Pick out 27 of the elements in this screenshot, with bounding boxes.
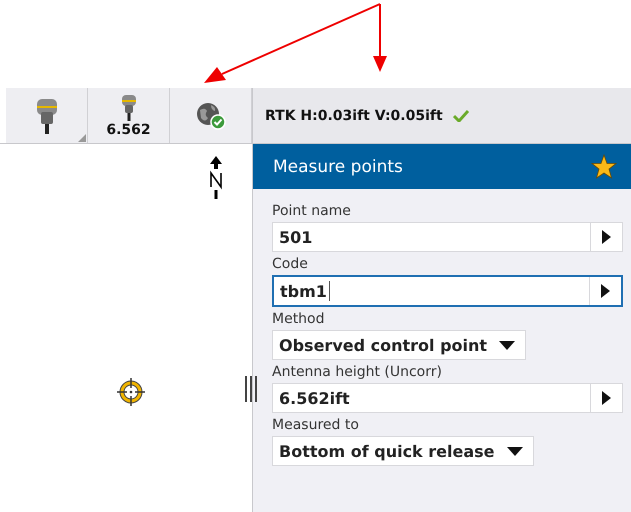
toolbar-button[interactable]: [6, 88, 88, 143]
play-arrow-icon: [602, 391, 611, 405]
input-field[interactable]: 501: [272, 222, 623, 252]
play-arrow-icon: [602, 230, 611, 244]
field-label: Antenna height (Uncorr): [272, 364, 443, 380]
dropdown[interactable]: Bottom of quick release: [272, 436, 534, 466]
dropdown[interactable]: Observed control point: [272, 330, 526, 360]
input-field[interactable]: 6.562ift: [272, 383, 623, 413]
dropdown-caret-icon: [499, 340, 516, 350]
toolbar-button[interactable]: 6.562: [88, 88, 170, 143]
star-icon[interactable]: [591, 154, 617, 179]
field-label: Code: [272, 256, 309, 272]
rtk-precision-text: RTK H:0.03ift V:0.05ift: [265, 108, 443, 124]
gps-receiver-icon: [34, 96, 58, 134]
panel-title: Measure points: [273, 156, 403, 176]
field-label: Method: [272, 311, 326, 327]
play-arrow-icon: [601, 284, 610, 298]
north-arrow-icon: [208, 156, 224, 200]
field-label: Measured to: [272, 417, 360, 433]
toolbar-button[interactable]: [170, 88, 252, 143]
dropdown-caret-icon: [506, 446, 523, 456]
globe-check-icon: [194, 100, 226, 130]
resize-handle-icon[interactable]: [244, 376, 258, 402]
gps-receiver-icon: [120, 94, 138, 122]
input-field[interactable]: tbm1: [272, 275, 623, 307]
field-label: Point name: [272, 203, 352, 219]
crosshair-target-icon: [116, 377, 146, 407]
